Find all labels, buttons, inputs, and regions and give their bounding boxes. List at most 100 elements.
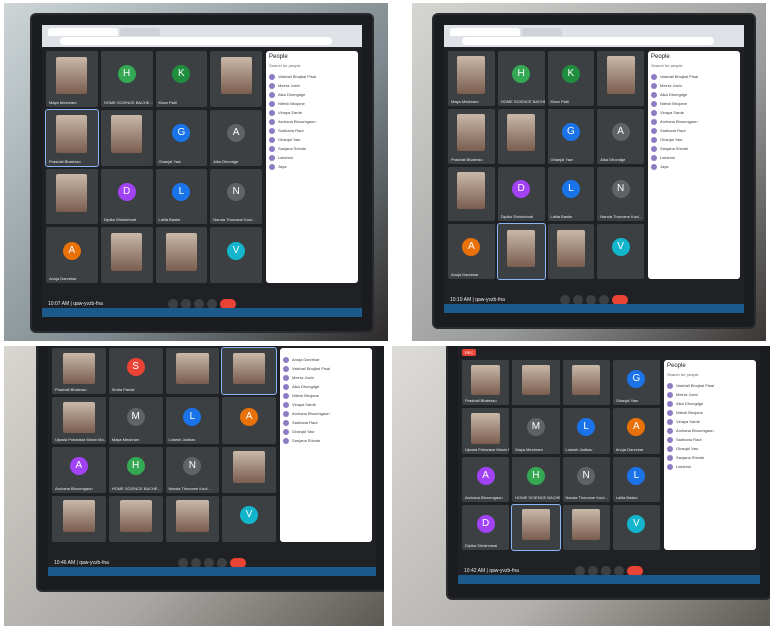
participant-tile[interactable]: Prashali Bhalerao: [52, 348, 106, 395]
participant-tile[interactable]: Prashali Bhalerao: [448, 108, 495, 164]
participant-tile[interactable]: A Alka Dhondge: [597, 108, 644, 164]
participant-tile[interactable]: H HOME SCIENCE BACHE...: [497, 51, 545, 106]
participant-tile[interactable]: V: [612, 504, 660, 550]
participant-tile[interactable]: [562, 360, 610, 406]
participant-tile[interactable]: [108, 495, 163, 542]
participant-tile[interactable]: M Maya Meshram: [512, 408, 560, 454]
people-list-item[interactable]: Archana Bhoomgaon: [283, 409, 369, 418]
participant-tile[interactable]: [597, 51, 644, 106]
people-list-item[interactable]: Alka Dhongdge: [651, 90, 737, 99]
participant-tile[interactable]: [547, 224, 595, 279]
people-list-item[interactable]: Meera Joshi: [651, 81, 737, 90]
people-list-item[interactable]: Vinaya Sarde: [651, 108, 737, 117]
participant-tile[interactable]: [512, 360, 560, 406]
participant-tile[interactable]: [210, 51, 262, 107]
participant-tile[interactable]: A Alka Dhondge: [210, 109, 262, 166]
people-search[interactable]: Search for people: [269, 63, 355, 68]
people-list-item[interactable]: Jaya: [651, 162, 737, 171]
people-list-item[interactable]: Sanjana Shinde: [651, 144, 737, 153]
participant-tile[interactable]: S Smita Pande: [108, 348, 163, 395]
participant-tile[interactable]: H HOME SCIENCE BACHE...: [108, 446, 163, 493]
participant-tile[interactable]: Prashali Bhalerao: [45, 108, 99, 167]
participant-tile[interactable]: D Dipika Shrishrimal: [100, 168, 153, 225]
participant-tile[interactable]: A Archana Bhoomgaon: [52, 446, 106, 493]
participant-tile[interactable]: D Dipika Shrishrimal: [497, 166, 545, 222]
people-list-item[interactable]: Vaishali Bhujbal Pisal: [269, 72, 355, 81]
people-list-item[interactable]: Jaya: [269, 162, 355, 171]
participant-tile[interactable]: N Nanda Thorvane Koul...: [165, 446, 220, 493]
people-list-item[interactable]: Sanjana Shinde: [283, 436, 369, 445]
people-list-item[interactable]: Meera Joshi: [283, 373, 369, 382]
participant-tile[interactable]: L Lalita Baske: [155, 168, 208, 225]
participant-tile[interactable]: [46, 168, 98, 225]
participant-tile[interactable]: [222, 446, 276, 493]
participant-tile[interactable]: [562, 504, 610, 550]
people-list-item[interactable]: Anuja Darvekar: [283, 355, 369, 364]
people-search[interactable]: Search for people: [667, 372, 753, 377]
participant-tile[interactable]: Ujwala Pohankar Mosin Mo...: [52, 397, 106, 444]
participant-tile[interactable]: [448, 166, 495, 222]
participant-tile[interactable]: G Ghanjal Yaw: [547, 108, 595, 164]
participant-tile[interactable]: A Anuja Darvekar: [612, 408, 660, 454]
people-list-item[interactable]: Ghanjal Yaw: [667, 444, 753, 453]
participant-tile[interactable]: [496, 223, 546, 280]
people-list-item[interactable]: Archana Bhoomgaon: [269, 117, 355, 126]
participant-tile[interactable]: Ujwala Pohankar Mosin Mo...: [462, 408, 510, 454]
people-list-item[interactable]: Nilesh Bhojane: [667, 408, 753, 417]
participant-tile[interactable]: N Nanda Thorvane Koul...: [562, 456, 610, 502]
people-list-item[interactable]: Vinaya Sarde: [269, 108, 355, 117]
people-list-item[interactable]: Sanjana Shinde: [667, 453, 753, 462]
participant-tile[interactable]: V: [597, 224, 644, 279]
people-list-item[interactable]: Vinaya Sarde: [283, 400, 369, 409]
participant-tile[interactable]: L Lokesh Jadhav: [165, 397, 220, 444]
people-list-item[interactable]: Meera Joshi: [269, 81, 355, 90]
people-list-item[interactable]: Vaishali Bhujbal Pisal: [667, 381, 753, 390]
participant-tile[interactable]: M Maya Meshram: [108, 397, 163, 444]
people-list-item[interactable]: Vaishali Bhujbal Pisal: [283, 364, 369, 373]
people-list-item[interactable]: Meera Joshi: [667, 390, 753, 399]
people-list-item[interactable]: Alka Dhongdge: [269, 90, 355, 99]
people-list-item[interactable]: Sanjana Shinde: [269, 144, 355, 153]
participant-tile[interactable]: H HOME SCIENCE BACHE...: [100, 51, 153, 107]
people-list-item[interactable]: Nilesh Bhojane: [269, 99, 355, 108]
people-list-item[interactable]: Lakshmi: [651, 153, 737, 162]
people-list-item[interactable]: Lakshmi: [667, 462, 753, 471]
people-list-item[interactable]: Sadhana Raut: [651, 126, 737, 135]
participant-tile[interactable]: A Archana Bhoomgaon: [462, 456, 510, 502]
people-list-item[interactable]: Ghanjal Yaw: [651, 135, 737, 144]
participant-tile[interactable]: [165, 495, 220, 542]
participant-tile[interactable]: A Anuja Darvekar: [448, 224, 495, 279]
participant-tile[interactable]: [52, 495, 106, 542]
participant-tile[interactable]: [100, 227, 153, 283]
participant-tile[interactable]: K Khan Patil: [547, 51, 595, 106]
participant-tile[interactable]: L Lalita Baske: [547, 166, 595, 222]
participant-tile[interactable]: A Anuja Darvekar: [46, 227, 98, 283]
participant-tile[interactable]: L Lalita Baske: [612, 456, 660, 502]
participant-tile[interactable]: N Nanda Thorvane Koul...: [210, 168, 262, 225]
people-list-item[interactable]: Vaishali Bhujbal Pisal: [651, 72, 737, 81]
people-list-item[interactable]: Archana Bhoomgaon: [651, 117, 737, 126]
people-list-item[interactable]: Vinaya Sarde: [667, 417, 753, 426]
participant-tile[interactable]: [221, 346, 277, 396]
participant-tile[interactable]: N Nanda Thorvane Koul...: [597, 166, 644, 222]
people-list-item[interactable]: Sadhana Raut: [667, 435, 753, 444]
participant-tile[interactable]: G Ghanjal Yaw: [155, 109, 208, 166]
people-list-item[interactable]: Archana Bhoomgaon: [667, 426, 753, 435]
participant-tile[interactable]: Prashali Bhalerao: [462, 360, 510, 406]
people-list-item[interactable]: Alka Dhongdge: [283, 382, 369, 391]
people-list-item[interactable]: Ghanjal Yaw: [269, 135, 355, 144]
participant-tile[interactable]: Maya Meshram: [448, 51, 495, 106]
participant-tile[interactable]: Maya Meshram: [46, 51, 98, 107]
participant-tile[interactable]: K Khan Patil: [155, 51, 208, 107]
participant-tile[interactable]: [165, 348, 220, 395]
people-list-item[interactable]: Nilesh Bhojane: [651, 99, 737, 108]
people-list-item[interactable]: Ghanjal Yaw: [283, 427, 369, 436]
participant-tile[interactable]: V: [222, 495, 276, 542]
address-bar[interactable]: [462, 37, 714, 45]
participant-tile[interactable]: A: [222, 397, 276, 444]
participant-tile[interactable]: H HOME SCIENCE BACHE...: [512, 456, 560, 502]
people-list-item[interactable]: Lakshmi: [269, 153, 355, 162]
participant-tile[interactable]: [511, 503, 561, 552]
participant-tile[interactable]: L Lokesh Jadhav: [562, 408, 610, 454]
participant-tile[interactable]: V: [210, 227, 262, 283]
